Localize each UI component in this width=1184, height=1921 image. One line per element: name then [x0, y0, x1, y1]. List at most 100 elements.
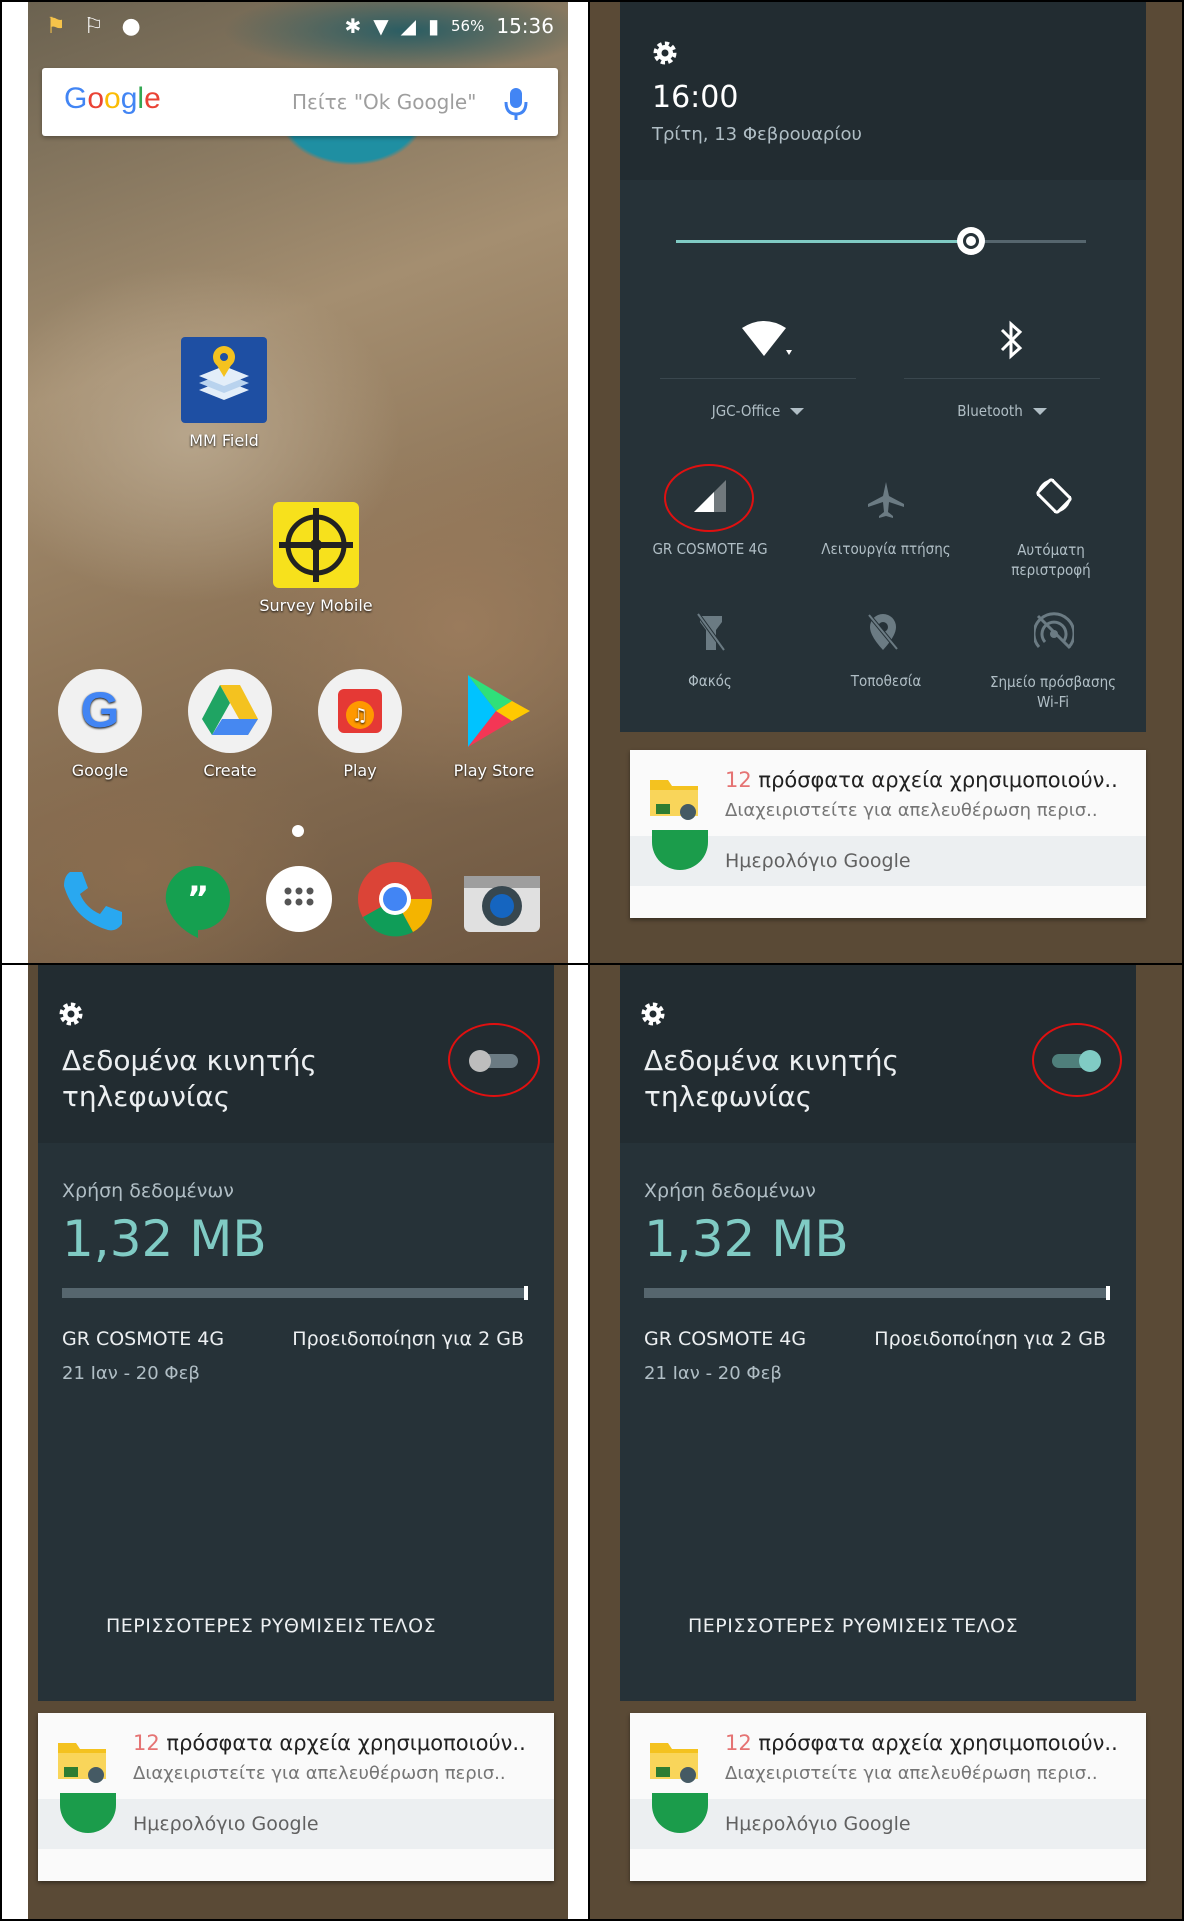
tile-airplane-label[interactable]: Λειτουργία πτήσης [796, 540, 976, 558]
tile-mobile-data-label[interactable]: GR COSMOTE 4G [630, 540, 790, 558]
mobile-data-title: Δεδομένα κινητής τηλεφωνίας [62, 1043, 442, 1115]
settings-gear-icon[interactable] [56, 999, 86, 1029]
tile-hotspot-label[interactable]: Σημείο πρόσβασης Wi-Fi [968, 672, 1138, 712]
quick-settings-panel: 16:00 Τρίτη, 13 Φεβρουαρίου JGC-Office B… [590, 2, 1182, 963]
title-line2: τηλεφωνίας [644, 1080, 813, 1113]
flag-notif-icon: ⚐ [83, 14, 104, 39]
google-logo: Google [64, 82, 161, 115]
tile-auto-rotate-label[interactable]: Αυτόματη περιστροφή [976, 540, 1126, 580]
mobile-data-dialog: Δεδομένα κινητής τηλεφωνίας Χρήση δεδομέ… [620, 965, 1136, 1701]
page-indicator [292, 825, 304, 837]
notification-title-text: πρόσφατα αρχεία χρησιμοποιούν.. [166, 1731, 526, 1755]
usage-bar [62, 1286, 528, 1300]
mobile-data-title: Δεδομένα κινητής τηλεφωνίας [644, 1043, 1024, 1115]
pin-notif-icon: ● [121, 14, 141, 39]
home-screen-panel: ⚑ ⚐ ● ✱ ▼ ◢ ▮ 56% 15:36 Google Πείτε "Ok… [28, 2, 568, 963]
date-range: 21 Ιαν - 20 Φεβ [644, 1363, 782, 1384]
done-button[interactable]: ΤΕΛΟΣ [952, 1615, 1018, 1637]
play-store-icon [468, 675, 530, 747]
wallpaper [28, 2, 568, 963]
more-settings-button[interactable]: ΠΕΡΙΣΣΟΤΕΡΕΣ ΡΥΘΜΙΣΕΙΣ [106, 1615, 366, 1637]
carrier-label: GR COSMOTE 4G [62, 1328, 225, 1350]
bluetooth-divider [904, 378, 1100, 379]
notification-subtitle: Διαχειριστείτε για απελευθέρωση περισ.. [725, 800, 1098, 821]
svg-text:G: G [81, 682, 120, 738]
auto-rotate-icon[interactable] [1032, 474, 1076, 518]
app-google[interactable]: G Google [50, 667, 150, 780]
drive-create-icon [188, 669, 272, 753]
app-play-store[interactable]: Play Store [434, 667, 554, 780]
folder-app-icon [650, 780, 698, 820]
more-settings-button[interactable]: ΠΕΡΙΣΣΟΤΕΡΕΣ ΡΥΘΜΙΣΕΙΣ [688, 1615, 948, 1637]
folder-notif-icon: ⚑ [46, 14, 66, 39]
mobile-data-panel-on: Δεδομένα κινητής τηλεφωνίας Χρήση δεδομέ… [590, 965, 1182, 1919]
app-drawer-icon[interactable] [264, 864, 334, 934]
survey-mobile-icon [273, 502, 359, 588]
google-app-icon: G [58, 669, 142, 753]
calendar-label: Ημερολόγιο Google [725, 1813, 911, 1835]
hotspot-line1: Σημείο πρόσβασης [989, 673, 1117, 691]
app-label: Create [203, 761, 257, 780]
brightness-slider[interactable] [676, 227, 1086, 255]
bluetooth-label: Bluetooth [957, 402, 1023, 420]
chrome-icon[interactable] [356, 860, 434, 938]
app-play[interactable]: ♫ Play [310, 667, 410, 780]
qs-time: 16:00 [652, 80, 739, 115]
hotspot-off-icon[interactable] [1034, 612, 1074, 652]
app-label: Play Store [453, 761, 535, 780]
app-survey-mobile[interactable]: Survey Mobile [246, 500, 386, 615]
title-line2: τηλεφωνίας [62, 1080, 231, 1113]
notification-title: 12 πρόσφατα αρχεία χρησιμοποιούν.. [725, 768, 1118, 792]
wifi-tile-icon[interactable] [738, 320, 794, 360]
notification-count: 12 [725, 768, 752, 792]
tile-location-label[interactable]: Τοποθεσία [796, 672, 976, 690]
highlight-circle [448, 1023, 540, 1097]
svg-text:♫: ♫ [352, 705, 368, 726]
settings-gear-icon[interactable] [638, 999, 668, 1029]
status-time: 15:36 [496, 14, 554, 38]
notification-title: 12 πρόσφατα αρχεία χρησιμοποιούν.. [133, 1731, 526, 1755]
play-music-icon: ♫ [318, 669, 402, 753]
usage-bar-marker [1106, 1286, 1110, 1300]
bluetooth-icon: ✱ [344, 14, 362, 38]
signal-icon: ◢ [400, 14, 416, 38]
title-line1: Δεδομένα κινητής [644, 1044, 899, 1077]
camera-icon[interactable] [462, 868, 542, 934]
folder-app-icon [650, 1743, 698, 1783]
bluetooth-tile-icon[interactable] [996, 320, 1026, 360]
notification-title: 12 πρόσφατα αρχεία χρησιμοποιούν.. [725, 1731, 1118, 1755]
calendar-label: Ημερολόγιο Google [133, 1813, 319, 1835]
location-off-icon[interactable] [866, 612, 900, 652]
settings-gear-icon[interactable] [650, 38, 680, 68]
airplane-icon[interactable] [866, 480, 906, 520]
wifi-dropdown[interactable]: JGC-Office [660, 402, 856, 420]
notification-card[interactable]: 12 πρόσφατα αρχεία χρησιμοποιούν.. Διαχε… [38, 1713, 554, 1881]
folder-app-icon [58, 1743, 106, 1783]
auto-rotate-line2: περιστροφή [1011, 561, 1091, 579]
tile-flashlight-label[interactable]: Φακός [630, 672, 790, 690]
phone-icon[interactable] [56, 862, 132, 938]
wifi-divider [660, 378, 856, 379]
app-mm-field[interactable]: MM Field [176, 335, 272, 450]
quick-settings-shade: 16:00 Τρίτη, 13 Φεβρουαρίου JGC-Office B… [620, 2, 1146, 732]
mobile-data-dialog: Δεδομένα κινητής τηλεφωνίας Χρήση δεδομέ… [38, 965, 554, 1701]
usage-bar-marker [524, 1286, 528, 1300]
done-button[interactable]: ΤΕΛΟΣ [370, 1615, 436, 1637]
google-search-bar[interactable]: Google Πείτε "Ok Google" [42, 68, 558, 136]
warning-label: Προειδοποίηση για 2 GB [874, 1328, 1106, 1350]
highlight-circle [1032, 1023, 1122, 1097]
flashlight-icon[interactable] [696, 612, 726, 652]
bluetooth-dropdown[interactable]: Bluetooth [904, 402, 1100, 420]
usage-bar [644, 1286, 1110, 1300]
title-line1: Δεδομένα κινητής [62, 1044, 317, 1077]
hangouts-icon[interactable]: ” [162, 862, 234, 938]
qs-date: Τρίτη, 13 Φεβρουαρίου [652, 124, 862, 145]
mic-icon[interactable] [496, 82, 536, 122]
notification-card[interactable]: 12 πρόσφατα αρχεία χρησιμοποιούν.. Διαχε… [630, 1713, 1146, 1881]
notification-card[interactable]: 12 πρόσφατα αρχεία χρησιμοποιούν.. Διαχε… [630, 750, 1146, 918]
app-create[interactable]: Create [180, 667, 280, 780]
battery-icon: ▮ [428, 14, 440, 38]
brightness-icon[interactable] [954, 224, 988, 258]
usage-value: 1,32 MB [644, 1210, 849, 1268]
app-label: Play [343, 761, 377, 780]
